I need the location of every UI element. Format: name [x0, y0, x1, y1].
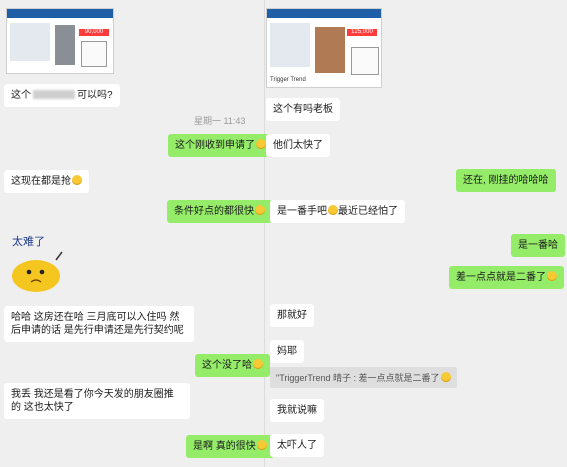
listing-price: 125,000: [347, 29, 377, 36]
chat-bubble-sent: 条件好点的都很快: [167, 200, 272, 223]
chat-bubble-sent: 还在, 刚挂的哈哈哈: [456, 169, 556, 192]
chat-bubble: 那就好: [270, 304, 314, 327]
emoji-icon: [255, 205, 265, 215]
chat-bubble-sent: 这个没了哈: [195, 354, 270, 377]
emoji-icon: [440, 372, 451, 382]
listing-header: [7, 9, 113, 18]
chat-bubble-sent: 这个刚收到申请了: [168, 134, 273, 157]
emoji-icon: [72, 175, 82, 185]
chat-bubble-sent: 差一点点就是二番了: [449, 266, 564, 289]
chat-bubble: 是一番手吧 最近已经怕了: [270, 200, 405, 223]
chat-bubble: 他们太快了: [266, 134, 330, 157]
emoji-icon: [256, 139, 266, 149]
chat-bubble: 哈哈 这房还在哈 三月底可以入住吗 然后申请的话 是先行申请还是先行契约呢: [4, 306, 194, 342]
chat-bubble: 太吓人了: [270, 434, 324, 457]
chat-bubble: 妈耶: [270, 340, 304, 363]
panel-divider: [264, 0, 265, 467]
emoji-icon: [253, 359, 263, 369]
listing-brand: Trigger Trend: [270, 77, 306, 83]
chat-bubble: 我丢 我还是看了你今天发的朋友圈推的 这也太快了: [4, 383, 190, 419]
emoji-icon: [328, 205, 338, 215]
listing-image-right[interactable]: 125,000 Trigger Trend: [266, 8, 382, 88]
chat-bubble: 这个 可以吗?: [4, 84, 120, 107]
listing-image-left[interactable]: 90,000: [6, 8, 114, 74]
listing-header: [267, 9, 381, 18]
chat-bubble-sent: 是一番哈: [511, 234, 565, 257]
sticker-text: 太难了: [12, 235, 45, 248]
redacted-text: [33, 90, 75, 99]
emoji-icon: [547, 271, 557, 281]
listing-price: 90,000: [79, 29, 109, 36]
chat-bubble-sent: 是啊 真的很快: [186, 435, 274, 458]
sticker-image[interactable]: 太难了: [6, 232, 72, 298]
quote-reply[interactable]: "TriggerTrend 晴子 : 差一点点就是二番了: [270, 367, 457, 388]
timestamp: 星期一 11:43: [194, 116, 246, 126]
chat-bubble: 这现在都是抢: [4, 170, 89, 193]
chat-bubble: 我就说嘛: [270, 399, 324, 422]
chat-bubble: 这个有吗老板: [266, 98, 340, 121]
emoji-icon: [256, 440, 267, 450]
